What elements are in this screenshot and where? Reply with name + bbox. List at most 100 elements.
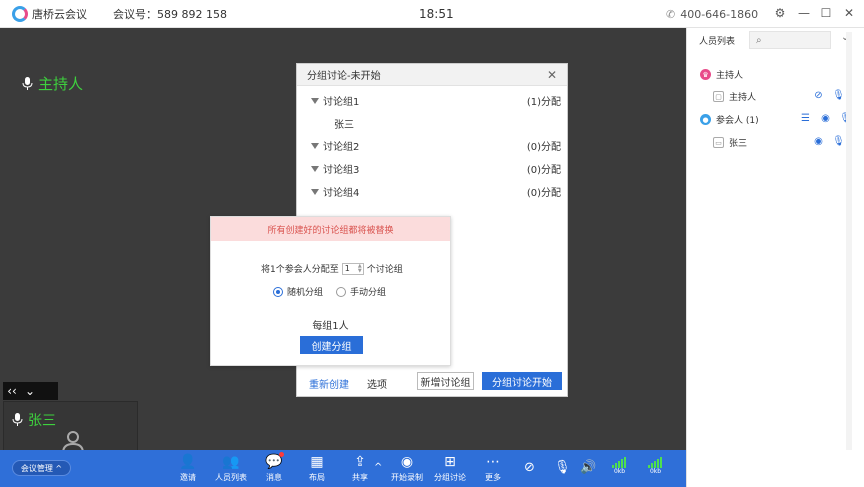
participant-name: 主持人 [729,93,757,103]
host-section[interactable]: ♛ 主持人 [700,68,864,81]
record-icon: ◉ [400,453,414,470]
record-button[interactable]: ◉ 开始录制 [383,453,431,483]
options-button[interactable]: 选项 [367,376,387,391]
per-group-text: 每组1人 [312,321,349,332]
meeting-manage-button[interactable]: 会议管理 ^ [12,460,71,476]
download-signal: 0kb [648,456,663,475]
assign-line: 将1个参会人分配至 1 ▲ ▼ 个讨论组 [261,262,403,275]
meeting-id: 会议号：589 892 158 [113,7,227,21]
host-role-icon: ♛ [700,69,711,80]
expand-icon[interactable] [311,142,319,149]
dialog-title: 分组讨论-未开始 [307,71,381,82]
more-button[interactable]: ⋯ 更多 [469,453,517,483]
prev-icon[interactable]: ‹‹ [3,384,21,398]
panel-scrollbar[interactable] [846,32,852,450]
assign-prefix: 将1个参会人分配至 [261,265,339,275]
chevron-up-icon[interactable]: ^ [374,462,382,473]
participants-section-label: 参会人 (1) [716,116,759,126]
more-icon: ⋯ [486,453,500,470]
close-icon[interactable]: ✕ [547,68,557,82]
participant-row-host[interactable]: ▢ 主持人 ⊘ 🎙 [713,90,864,103]
invite-button[interactable]: 👤 邀请 [164,453,212,483]
participants-button[interactable]: 👥 人员列表 [207,453,255,483]
camera-off-icon[interactable]: ⊘ [524,460,535,475]
participants-section[interactable]: ● 参会人 (1) ☰ ◉ 🎙 [700,113,864,126]
radio-unselected[interactable] [336,286,346,297]
mic-icon[interactable]: 🎙 [832,135,845,148]
share-label: 共享 [352,473,368,482]
invite-icon: 👤 [179,453,197,470]
hand-icon[interactable]: ☰ [799,112,812,125]
layout-label: 布局 [309,473,325,482]
mic-icon[interactable]: 🎙 [832,89,845,102]
layout-button[interactable]: ▦ 布局 [293,453,341,483]
more-label: 更多 [485,473,501,482]
camera-icon[interactable]: ◉ [812,135,825,148]
camera-icon[interactable]: ◉ [819,112,832,125]
assign-popup: 所有创建好的讨论组都将被替换 将1个参会人分配至 1 ▲ ▼ 个讨论组 随机分组 … [210,216,451,366]
phone-text: 400-646-1860 [680,8,759,21]
search-input[interactable]: ⌕ [749,31,831,49]
phone-number: ✆ 400-646-1860 [666,8,758,21]
group-row[interactable]: 讨论组2 (0)分配 [311,138,561,153]
chat-label: 消息 [266,473,282,482]
recreate-button[interactable]: 重新创建 [309,376,349,391]
group-count: (0)分配 [526,142,561,153]
group-name: 讨论组3 [323,165,360,176]
panel-title: 人员列表 [699,36,736,47]
title-bar: 唐桥云会议 会议号：589 892 158 18:51 ✆ 400-646-18… [0,0,864,28]
minimize-icon[interactable]: — [796,6,812,20]
participants-panel: 人员列表 ⌕ ⌄ ♛ 主持人 ▢ 主持人 ⊘ 🎙 ● 参会人 (1) ☰ ◉ 🎙… [686,28,864,487]
host-name: 主持人 [38,75,84,93]
signal-bars-icon [648,456,663,468]
speaker-icon[interactable]: 🔊 [580,460,596,475]
create-groups-button[interactable]: 创建分组 [300,336,363,354]
thumbnail-label: 张三 [12,410,56,430]
close-window-icon[interactable]: ✕ [841,6,857,20]
add-group-button[interactable]: 新增讨论组 [417,372,474,390]
signal-bars-icon [612,456,627,468]
group-count-stepper[interactable]: 1 ▲ ▼ [341,262,364,275]
manual-radio[interactable]: 手动分组 [336,285,386,298]
app-logo: 唐桥云会议 [12,5,87,22]
spinner-icon[interactable]: ▲ ▼ [358,263,362,274]
row-icons: ☰ ◉ 🎙 [792,112,852,125]
mic-off-icon[interactable]: 🎙 [554,460,571,475]
start-breakout-button[interactable]: 分组讨论开始 [482,372,562,390]
dialog-header: 分组讨论-未开始 ✕ [297,64,567,86]
assign-suffix: 个讨论组 [366,265,403,275]
random-radio[interactable]: 随机分组 [273,285,323,298]
notification-dot [279,452,284,457]
dialog-footer: 重新创建 选项 新增讨论组 分组讨论开始 [297,370,567,396]
expand-icon[interactable] [311,165,319,172]
breakout-button[interactable]: ⊞ 分组讨论 [426,453,474,483]
search-icon: ⌕ [756,34,762,46]
host-section-label: 主持人 [716,71,744,81]
manual-label: 手动分组 [350,288,387,298]
group-name: 讨论组4 [323,188,360,199]
computer-icon: ▭ [713,137,724,148]
group-count: (0)分配 [526,165,561,176]
breakout-icon: ⊞ [444,453,456,470]
radio-selected[interactable] [273,286,283,297]
bottom-toolbar: 会议管理 ^ 👤 邀请 👥 人员列表 💬 消息 ▦ 布局 ⇪ 共享 ^ ◉ 开始… [0,450,686,487]
group-row[interactable]: 讨论组4 (0)分配 [311,184,561,199]
row-icons: ◉ 🎙 [805,135,845,148]
participants-label: 人员列表 [215,473,247,482]
chat-button[interactable]: 💬 消息 [250,452,298,483]
collapse-icon[interactable]: ⌄ [21,384,39,398]
layout-icon: ▦ [310,453,324,470]
download-speed: 0kb [649,468,662,475]
expand-icon[interactable] [311,97,319,104]
group-member[interactable]: 张三 [334,116,354,131]
group-count-value: 1 [344,264,350,273]
maximize-icon[interactable]: ☐ [818,6,834,20]
group-row[interactable]: 讨论组3 (0)分配 [311,161,561,176]
expand-icon[interactable] [311,188,319,195]
group-row[interactable]: 讨论组1 (1)分配 [311,93,561,108]
settings-icon[interactable]: ⚙ [772,6,788,20]
camera-off-icon[interactable]: ⊘ [812,89,825,102]
participant-row-zhangsan[interactable]: ▭ 张三 ◉ 🎙 [713,136,864,149]
breakout-label: 分组讨论 [434,473,466,482]
participant-name: 张三 [729,139,748,149]
